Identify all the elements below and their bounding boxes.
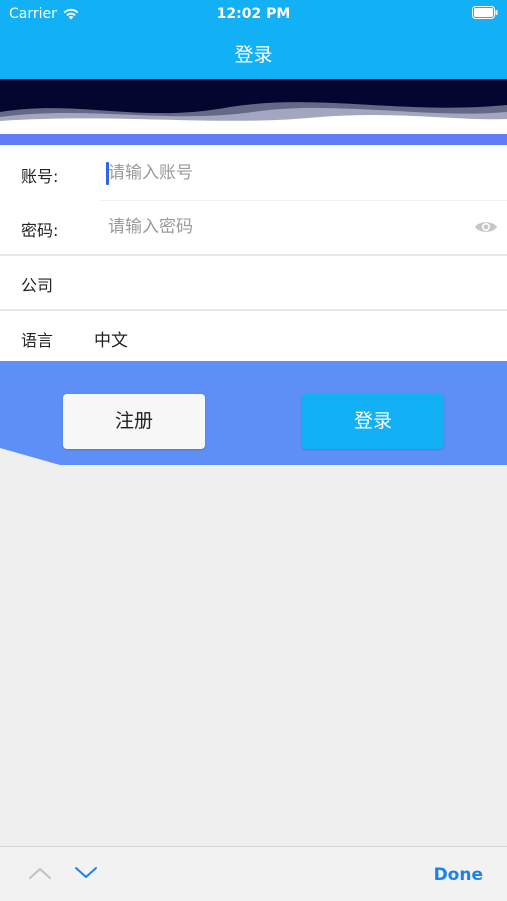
battery-icon (472, 6, 498, 19)
button-area: 注册 登录 (0, 361, 507, 465)
company-row[interactable]: 公司 (0, 256, 507, 309)
chevron-up-icon[interactable] (28, 866, 52, 880)
eye-icon[interactable] (474, 219, 498, 235)
header-banner (0, 79, 507, 147)
language-label: 语言 (21, 331, 54, 350)
password-row: 密码: (0, 201, 507, 254)
login-form: 账号: 密码: 公司 语言 中文 (0, 147, 507, 364)
login-button[interactable]: 登录 (302, 394, 444, 449)
page-title: 登录 (234, 44, 273, 66)
password-label: 密码: (21, 221, 59, 240)
language-value[interactable]: 中文 (94, 326, 128, 351)
top-bar: Carrier 12:02 PM 登录 (0, 0, 507, 79)
text-cursor (106, 162, 109, 185)
chevron-down-icon[interactable] (74, 866, 98, 880)
account-input[interactable] (108, 160, 468, 186)
language-row[interactable]: 语言 中文 (0, 311, 507, 364)
register-button[interactable]: 注册 (63, 394, 205, 449)
account-label: 账号: (21, 167, 59, 186)
status-time: 12:02 PM (216, 6, 291, 22)
status-bar: Carrier 12:02 PM (0, 0, 507, 28)
done-button[interactable]: Done (434, 865, 483, 885)
keyboard-accessory-toolbar: Done (0, 846, 507, 901)
account-row: 账号: (0, 147, 507, 200)
password-input[interactable] (108, 214, 468, 240)
company-label: 公司 (21, 276, 54, 295)
